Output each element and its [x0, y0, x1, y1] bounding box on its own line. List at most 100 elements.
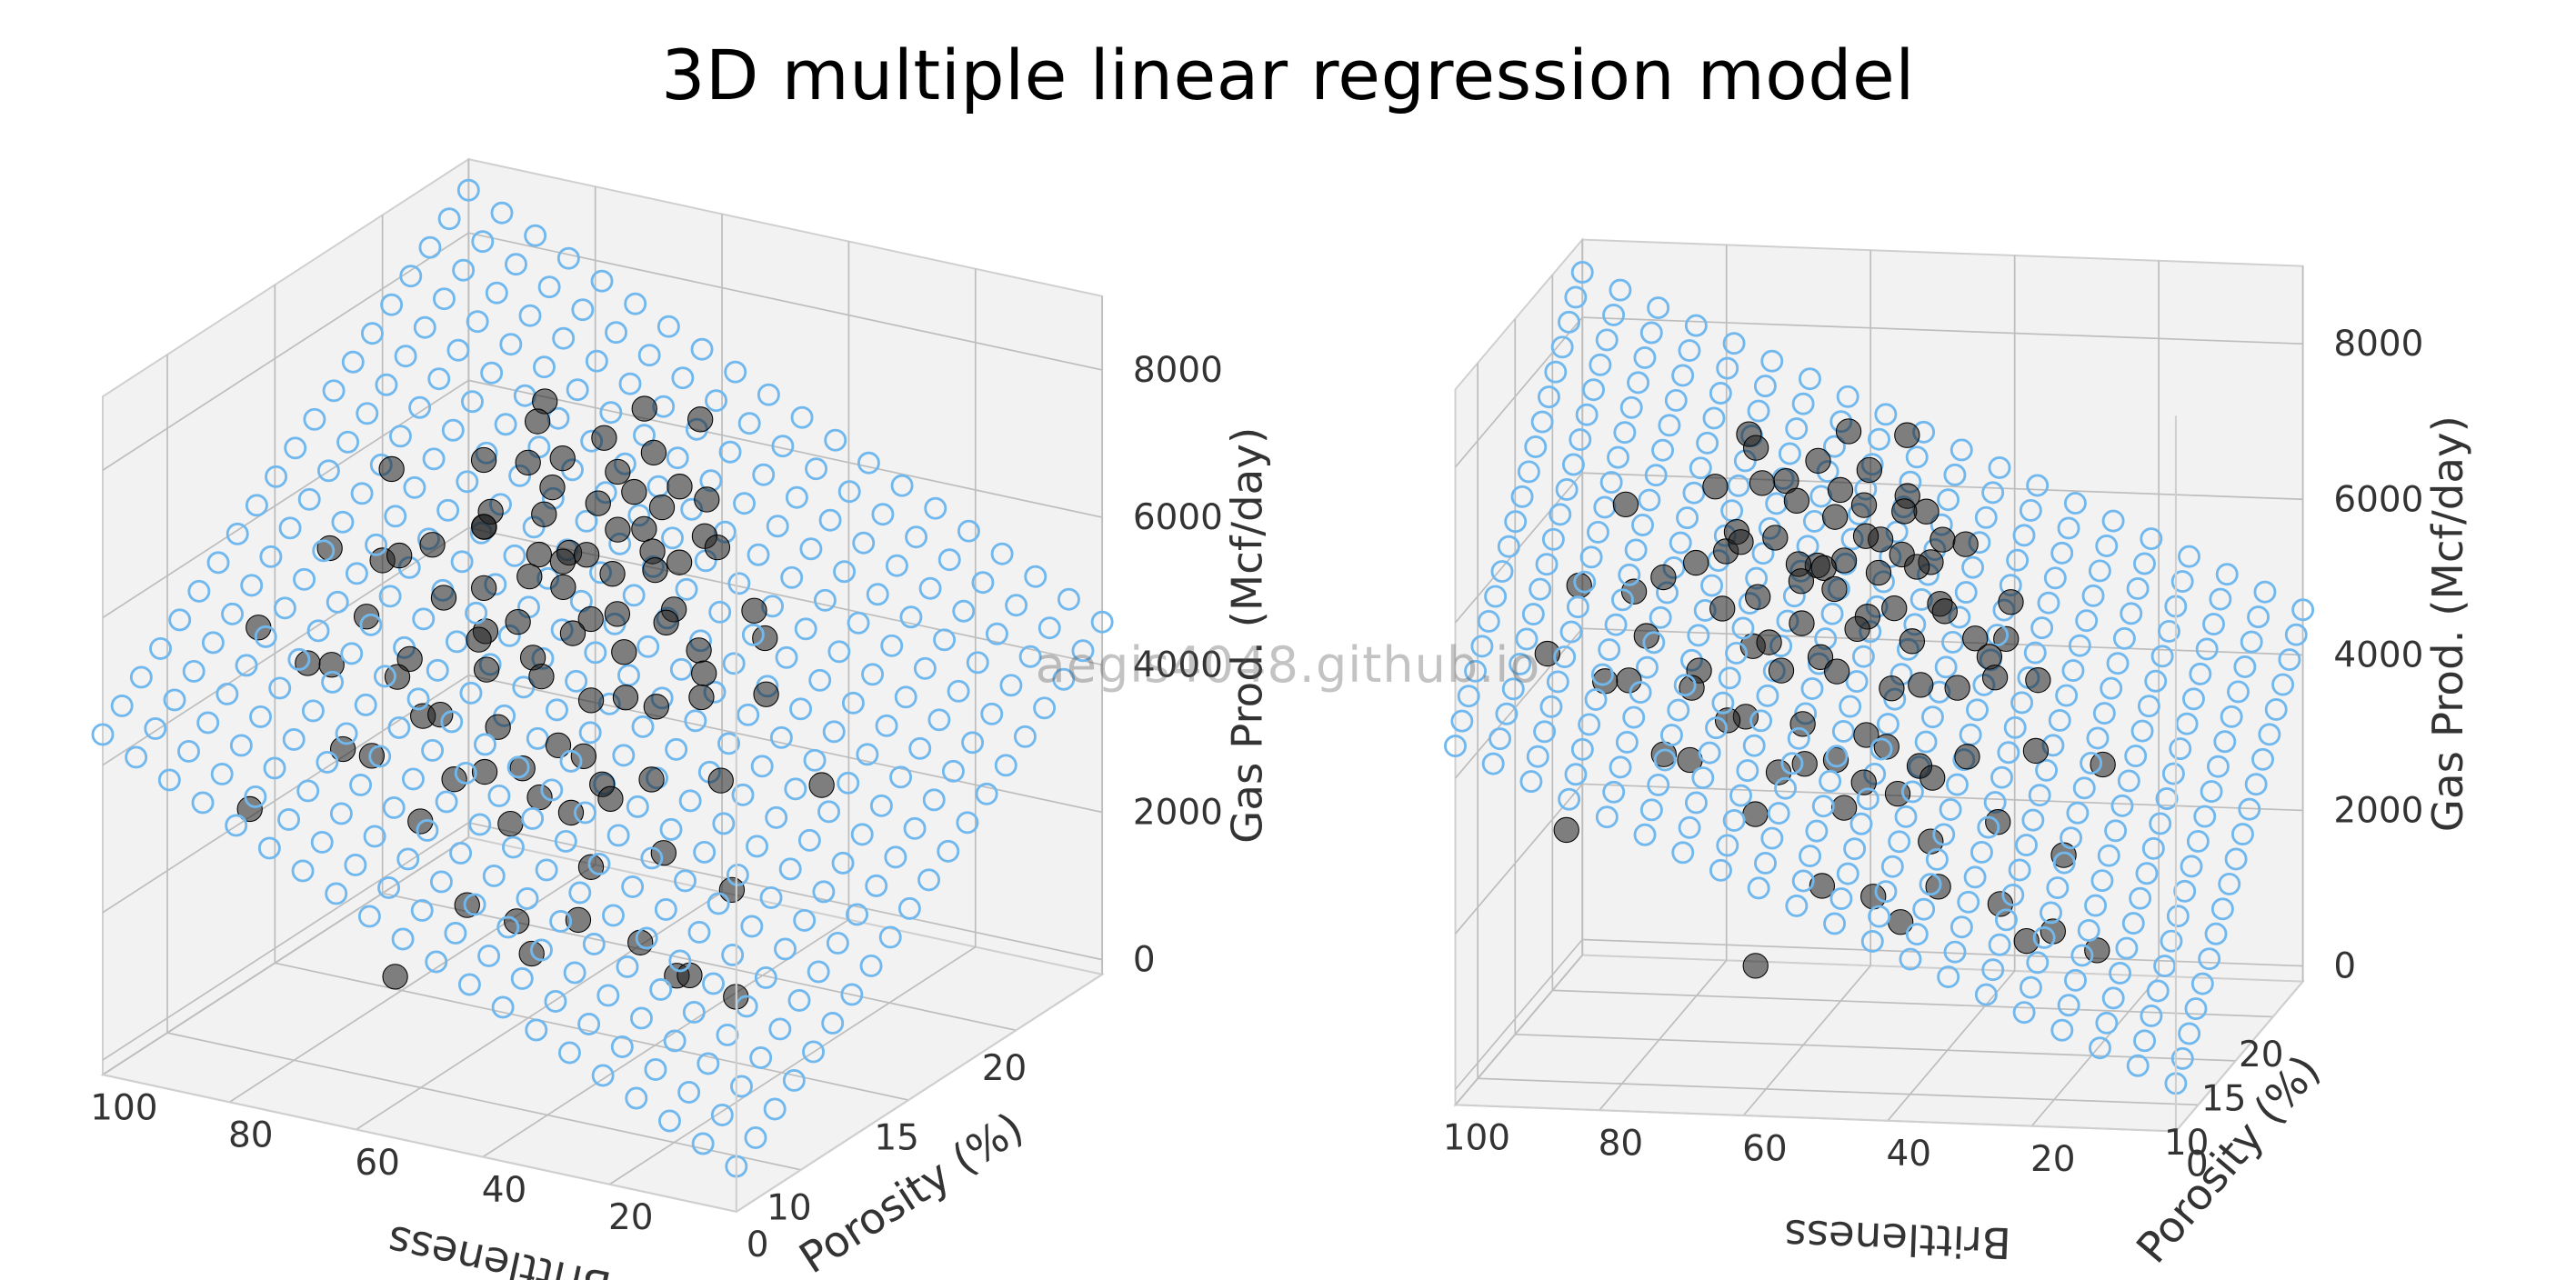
data-marker	[1823, 505, 1848, 529]
data-marker	[387, 543, 412, 567]
data-marker	[622, 479, 647, 504]
data-marker	[628, 930, 653, 955]
data-marker	[606, 459, 630, 484]
y-tick: 0	[2186, 1145, 2209, 1185]
data-marker	[1828, 477, 1852, 502]
data-marker	[1703, 475, 1728, 499]
data-marker	[1953, 532, 1978, 556]
data-marker	[420, 533, 445, 557]
data-marker	[574, 543, 598, 567]
data-marker	[1955, 745, 1980, 769]
data-marker	[1554, 817, 1579, 842]
data-marker	[1729, 530, 1753, 555]
y-tick: 80	[1599, 1123, 1644, 1164]
data-marker	[1743, 954, 1768, 978]
x-tick: 20	[982, 1048, 1027, 1089]
data-marker	[809, 773, 834, 797]
figure: 3D multiple linear regression model 1015…	[0, 0, 2576, 1280]
data-marker	[2023, 738, 2048, 763]
data-marker	[1853, 524, 1878, 548]
data-marker	[644, 695, 668, 719]
data-marker	[1789, 569, 1813, 594]
data-marker	[632, 396, 657, 421]
data-marker	[540, 475, 565, 500]
data-marker	[1743, 802, 1768, 826]
data-marker	[551, 575, 576, 599]
y-tick: 0	[747, 1225, 769, 1265]
data-marker	[708, 768, 733, 793]
data-marker	[550, 445, 575, 470]
y-tick: 60	[1742, 1128, 1788, 1169]
data-marker	[498, 812, 523, 836]
data-marker	[506, 609, 530, 634]
y-tick: 40	[482, 1170, 527, 1211]
data-marker	[1930, 527, 1955, 552]
data-marker	[571, 744, 596, 768]
data-marker	[639, 767, 664, 792]
data-marker	[1822, 576, 1847, 601]
data-marker	[1851, 493, 1876, 517]
data-marker	[1892, 499, 1917, 524]
data-marker	[527, 785, 552, 809]
z-tick: 6000	[2333, 479, 2423, 520]
y-tick: 20	[2030, 1139, 2076, 1180]
data-marker	[526, 542, 551, 566]
data-marker	[526, 409, 550, 434]
data-marker	[442, 767, 466, 792]
data-marker	[1567, 573, 1591, 597]
data-marker	[1920, 765, 1945, 790]
data-marker	[471, 447, 496, 472]
data-marker	[516, 450, 540, 475]
data-marker	[431, 585, 456, 610]
y-axis-label: Brittleness	[383, 1215, 615, 1280]
data-marker	[632, 516, 657, 541]
data-marker	[641, 440, 666, 465]
x-tick: 15	[874, 1118, 919, 1159]
data-marker	[1836, 419, 1860, 444]
data-marker	[586, 491, 610, 515]
data-marker	[1932, 599, 1957, 624]
data-marker	[1710, 596, 1735, 621]
data-marker	[1895, 423, 1919, 447]
data-marker	[1857, 457, 1881, 482]
data-marker	[1613, 492, 1638, 516]
data-marker	[742, 598, 767, 623]
data-marker	[472, 575, 496, 600]
data-marker	[592, 425, 616, 450]
data-marker	[695, 487, 719, 512]
z-tick: 0	[1133, 940, 1156, 981]
data-marker	[1866, 560, 1890, 585]
data-marker	[331, 736, 356, 761]
y-tick: 80	[228, 1115, 274, 1156]
data-marker	[643, 557, 667, 582]
data-marker	[1744, 435, 1769, 460]
data-marker	[1684, 550, 1709, 575]
data-marker	[1763, 525, 1788, 550]
data-marker	[651, 841, 676, 865]
data-marker	[598, 786, 623, 811]
data-marker	[1790, 712, 1815, 736]
data-marker	[1789, 611, 1814, 635]
data-marker	[379, 456, 404, 481]
data-marker	[688, 407, 713, 432]
data-marker	[1746, 585, 1770, 609]
data-marker	[605, 602, 629, 626]
z-tick: 0	[2333, 946, 2356, 987]
data-marker	[532, 502, 556, 526]
z-tick: 2000	[2333, 790, 2423, 831]
z-axis-label: Gas Prod. (Mcf/day)	[1223, 427, 1272, 844]
y-tick: 40	[1887, 1134, 1932, 1175]
data-marker	[546, 733, 570, 757]
y-axis-label: Brittleness	[1783, 1209, 2011, 1266]
data-marker	[600, 562, 625, 586]
data-marker	[705, 535, 729, 560]
z-tick: 2000	[1133, 792, 1223, 833]
watermark-text: aegis4048.github.io	[0, 636, 2576, 694]
data-marker	[550, 549, 575, 574]
data-marker	[1854, 723, 1879, 747]
data-marker	[667, 475, 692, 499]
data-marker	[428, 702, 453, 726]
y-tick: 20	[608, 1197, 654, 1238]
z-tick: 8000	[2333, 324, 2423, 365]
data-marker	[471, 515, 496, 539]
